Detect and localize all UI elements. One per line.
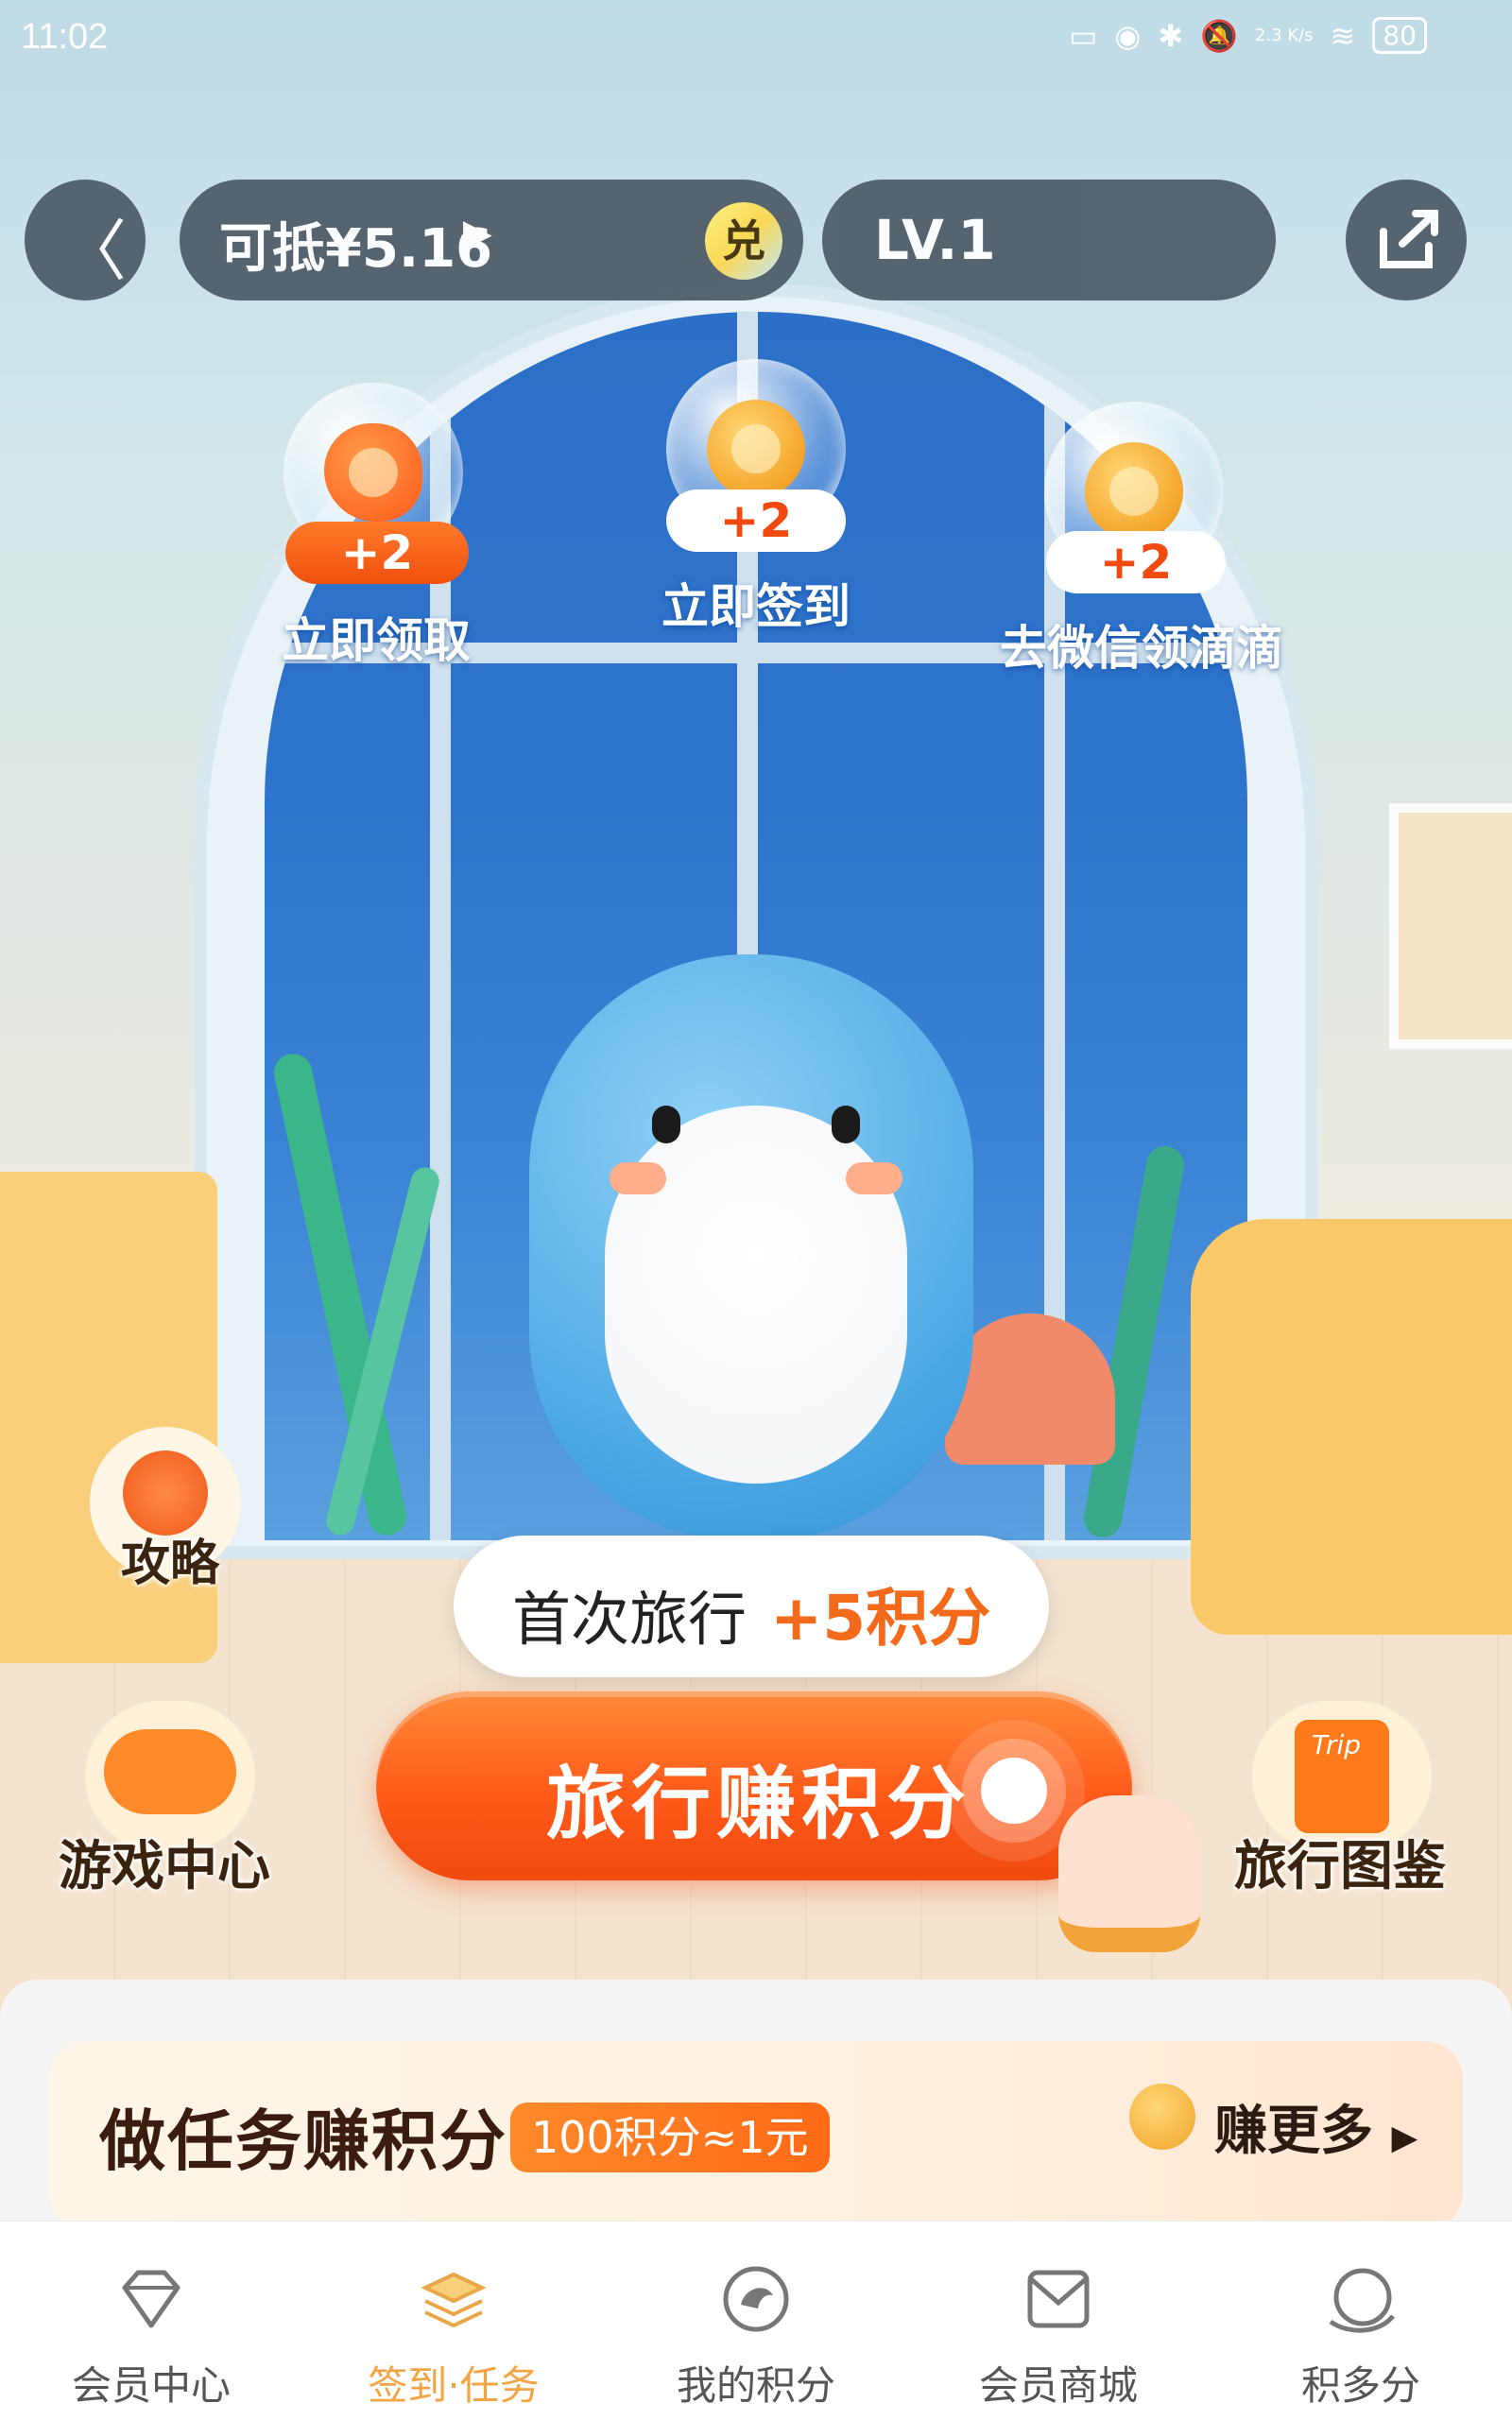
- claim-now-label[interactable]: 立即领取: [282, 603, 471, 671]
- tooltip-text: 首次旅行: [512, 1585, 747, 1654]
- level-badge[interactable]: LV.1: [822, 180, 1276, 300]
- bluetooth-icon: ✱: [1158, 17, 1184, 54]
- tab-label: 签到·任务: [368, 2362, 540, 2409]
- tab-checkin-tasks[interactable]: 签到·任务: [302, 2222, 605, 2420]
- diamond-icon: [122, 2270, 180, 2328]
- tab-my-points[interactable]: 我的积分: [605, 2222, 907, 2420]
- back-button[interactable]: 〈: [25, 180, 146, 300]
- play-arrow-icon: ▶: [1391, 2119, 1418, 2157]
- earn-more-button[interactable]: 赚更多 ▶: [1214, 2088, 1418, 2165]
- tab-more-points[interactable]: 积多分: [1210, 2222, 1512, 2420]
- travel-guide-label[interactable]: 旅行图鉴: [1234, 1824, 1446, 1900]
- tooltip-reward: +5积分: [770, 1582, 991, 1655]
- pointing-hand-icon: [1058, 1795, 1200, 1952]
- game-center-label[interactable]: 游戏中心: [59, 1824, 270, 1900]
- trip-tag: Trip: [1312, 1729, 1361, 1760]
- checkin-now-label[interactable]: 立即签到: [662, 569, 850, 637]
- tab-label: 会员中心: [71, 2362, 231, 2409]
- wifi-icon: ≋: [1330, 17, 1356, 54]
- travel-book-icon: Trip: [1295, 1720, 1389, 1833]
- level-text: LV.1: [874, 208, 996, 272]
- cast-icon: ▭: [1069, 17, 1098, 54]
- reward-pill-2: +2: [666, 489, 846, 552]
- starfish-picture: [1389, 803, 1512, 1049]
- travel-earn-points-button[interactable]: 旅行赚积分: [376, 1691, 1132, 1880]
- dolphin-cheek-left: [610, 1162, 666, 1194]
- share-button[interactable]: [1346, 180, 1467, 300]
- deduct-balance-button[interactable]: 可抵¥5.16 ▶ 兑: [180, 180, 803, 300]
- dolphin-coin-icon: [1085, 442, 1183, 541]
- tap-hand-icon: [981, 1758, 1047, 1824]
- tab-member-center[interactable]: 会员中心: [0, 2222, 302, 2420]
- net-speed: 2.3 K/s: [1254, 26, 1314, 45]
- goldfish-icon: [324, 423, 422, 522]
- dolphin-eye-left: [652, 1106, 680, 1143]
- mute-icon: 🔕: [1200, 17, 1238, 54]
- battery-icon: 80: [1372, 17, 1427, 54]
- deduct-text: 可抵¥5.16: [219, 218, 493, 280]
- earn-more-label: 赚更多: [1214, 2101, 1373, 2162]
- tab-label: 积多分: [1300, 2362, 1420, 2409]
- status-bar: 11:02 ▭ ◉ ✱ 🔕 2.3 K/s ≋ 80: [0, 0, 1512, 76]
- redeem-button[interactable]: 兑: [705, 202, 782, 280]
- tab-label: 我的积分: [676, 2362, 835, 2409]
- reward-pill-3: +2: [1046, 531, 1226, 593]
- sofa: [1191, 1219, 1512, 1635]
- first-trip-tooltip: 首次旅行 +5积分: [454, 1536, 1049, 1677]
- earn-coin-icon: [1129, 2084, 1195, 2150]
- status-icons: ▭ ◉ ✱ 🔕 2.3 K/s ≋ 80: [1069, 17, 1427, 54]
- mall-bag-icon: [1027, 2270, 1090, 2328]
- tab-label: 会员商城: [978, 2362, 1138, 2409]
- eye-icon: ◉: [1114, 17, 1142, 54]
- gamepad-icon: [104, 1729, 236, 1814]
- chevron-left-icon: 〈: [60, 213, 127, 290]
- dolphin-coin-icon: [707, 400, 805, 498]
- travel-earn-points-label: 旅行赚积分: [546, 1758, 972, 1850]
- task-card-title: 做任务赚积分: [99, 2102, 507, 2180]
- bottom-tab-bar: 会员中心 签到·任务 我的积分 会员商城 积多分: [0, 2221, 1512, 2420]
- status-time: 11:02: [21, 17, 109, 57]
- reward-pill-1: +2: [285, 522, 469, 584]
- stack-icon: [421, 2272, 487, 2328]
- points-rate-badge: 100积分≈1元: [510, 2102, 830, 2172]
- dolphin-eye-right: [832, 1106, 860, 1143]
- points-coin-icon: [723, 2266, 789, 2332]
- tab-member-mall[interactable]: 会员商城: [907, 2222, 1210, 2420]
- more-points-icon: [1329, 2268, 1395, 2333]
- play-arrow-icon: ▶: [463, 212, 492, 255]
- wechat-didi-label[interactable]: 去微信领滴滴: [1000, 610, 1283, 678]
- strategy-label[interactable]: 攻略: [121, 1523, 219, 1594]
- share-icon: [1380, 210, 1438, 268]
- dolphin-cheek-right: [846, 1162, 902, 1194]
